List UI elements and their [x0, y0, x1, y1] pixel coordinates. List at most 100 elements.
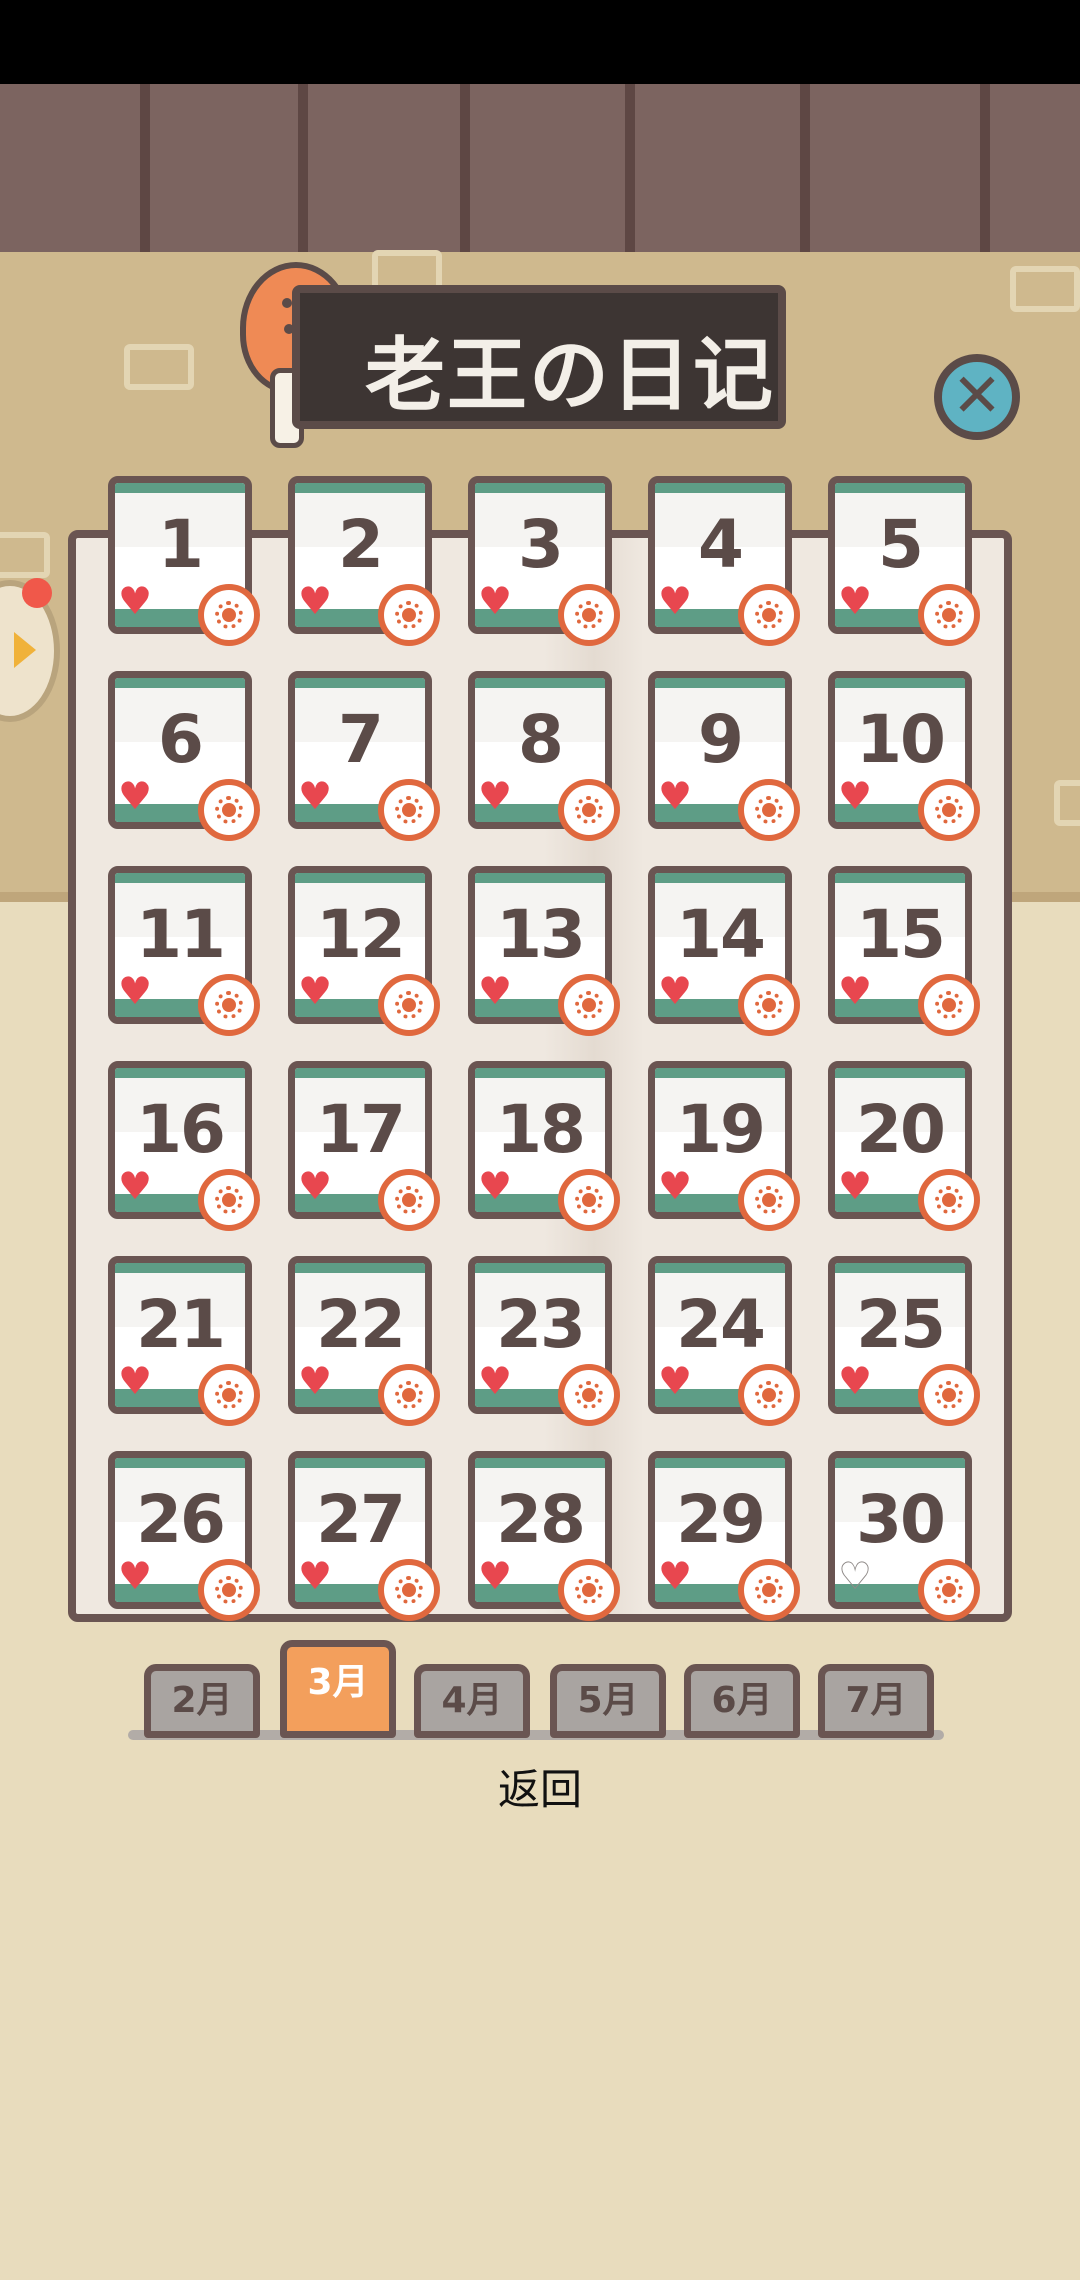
- day-card-4[interactable]: 4 ♥: [648, 476, 800, 646]
- day-card-23[interactable]: 23 ♥: [468, 1256, 620, 1426]
- day-card-27[interactable]: 27 ♥: [288, 1451, 440, 1621]
- heart-icon: ♥: [478, 774, 513, 818]
- day-number: 15: [856, 896, 946, 973]
- day-card-17[interactable]: 17 ♥: [288, 1061, 440, 1231]
- sun-icon: [198, 1364, 260, 1426]
- day-card-28[interactable]: 28 ♥: [468, 1451, 620, 1621]
- sun-icon: [378, 1169, 440, 1231]
- day-card-12[interactable]: 12 ♥: [288, 866, 440, 1036]
- day-card-1[interactable]: 1 ♥: [108, 476, 260, 646]
- tab-month-7[interactable]: 7月: [818, 1664, 934, 1738]
- day-number: 7: [338, 701, 384, 778]
- sun-icon: [918, 974, 980, 1036]
- heart-icon: ♥: [838, 1359, 873, 1403]
- day-card-25[interactable]: 25 ♥: [828, 1256, 980, 1426]
- sun-icon: [918, 779, 980, 841]
- heart-icon: ♥: [118, 579, 153, 623]
- tab-month-2[interactable]: 2月: [144, 1664, 260, 1738]
- day-number: 30: [856, 1481, 946, 1558]
- heart-icon: ♥: [298, 774, 333, 818]
- day-number: 27: [316, 1481, 406, 1558]
- sun-icon: [918, 584, 980, 646]
- day-card-8[interactable]: 8 ♥: [468, 671, 620, 841]
- heart-icon: ♥: [478, 1554, 513, 1598]
- tab-month-6[interactable]: 6月: [684, 1664, 800, 1738]
- day-number: 23: [496, 1286, 586, 1363]
- arrow-right-icon: [14, 632, 36, 668]
- close-icon: ✕: [951, 361, 1003, 431]
- day-card-7[interactable]: 7 ♥: [288, 671, 440, 841]
- day-number: 20: [856, 1091, 946, 1168]
- wall-top: [0, 84, 1080, 260]
- heart-icon: ♥: [298, 1554, 333, 1598]
- day-number: 12: [316, 896, 406, 973]
- heart-icon: ♥: [118, 1164, 153, 1208]
- heart-icon: ♥: [298, 969, 333, 1013]
- day-number: 10: [856, 701, 946, 778]
- heart-icon: ♥: [298, 1164, 333, 1208]
- day-number: 29: [676, 1481, 766, 1558]
- heart-icon: ♥: [658, 1359, 693, 1403]
- sun-icon: [738, 1364, 800, 1426]
- day-card-10[interactable]: 10 ♥: [828, 671, 980, 841]
- sun-icon: [198, 584, 260, 646]
- heart-icon: ♥: [838, 579, 873, 623]
- day-number: 26: [136, 1481, 226, 1558]
- day-card-15[interactable]: 15 ♥: [828, 866, 980, 1036]
- day-card-22[interactable]: 22 ♥: [288, 1256, 440, 1426]
- day-number: 13: [496, 896, 586, 973]
- sun-icon: [918, 1169, 980, 1231]
- back-button[interactable]: 返回: [440, 1756, 640, 1817]
- day-number: 22: [316, 1286, 406, 1363]
- day-card-2[interactable]: 2 ♥: [288, 476, 440, 646]
- day-card-20[interactable]: 20 ♥: [828, 1061, 980, 1231]
- day-card-14[interactable]: 14 ♥: [648, 866, 800, 1036]
- day-card-5[interactable]: 5 ♥: [828, 476, 980, 646]
- day-card-13[interactable]: 13 ♥: [468, 866, 620, 1036]
- title-board: 老王の日记: [292, 285, 786, 429]
- page-title: 老王の日记: [365, 328, 775, 422]
- day-number: 25: [856, 1286, 946, 1363]
- sun-icon: [198, 779, 260, 841]
- day-card-11[interactable]: 11 ♥: [108, 866, 260, 1036]
- day-card-3[interactable]: 3 ♥: [468, 476, 620, 646]
- heart-icon: ♥: [658, 1554, 693, 1598]
- day-card-18[interactable]: 18 ♥: [468, 1061, 620, 1231]
- sun-icon: [198, 1169, 260, 1231]
- heart-icon: ♥: [298, 579, 333, 623]
- heart-icon: ♥: [658, 969, 693, 1013]
- close-button[interactable]: ✕: [934, 354, 1020, 440]
- sun-icon: [738, 779, 800, 841]
- heart-icon: ♥: [838, 1164, 873, 1208]
- day-card-6[interactable]: 6 ♥: [108, 671, 260, 841]
- day-number: 9: [698, 701, 744, 778]
- day-card-9[interactable]: 9 ♥: [648, 671, 800, 841]
- day-number: 8: [518, 701, 564, 778]
- day-number: 24: [676, 1286, 766, 1363]
- sun-icon: [558, 1169, 620, 1231]
- day-card-21[interactable]: 21 ♥: [108, 1256, 260, 1426]
- day-card-24[interactable]: 24 ♥: [648, 1256, 800, 1426]
- day-number: 6: [158, 701, 204, 778]
- day-card-29[interactable]: 29 ♥: [648, 1451, 800, 1621]
- heart-icon: ♥: [118, 1554, 153, 1598]
- heart-icon: ♥: [118, 774, 153, 818]
- day-card-16[interactable]: 16 ♥: [108, 1061, 260, 1231]
- day-number: 28: [496, 1481, 586, 1558]
- sun-icon: [738, 1559, 800, 1621]
- day-card-19[interactable]: 19 ♥: [648, 1061, 800, 1231]
- tab-month-5[interactable]: 5月: [550, 1664, 666, 1738]
- day-number: 21: [136, 1286, 226, 1363]
- sun-icon: [378, 584, 440, 646]
- notification-dot: [22, 578, 52, 608]
- heart-icon: ♥: [478, 1164, 513, 1208]
- sun-icon: [558, 1559, 620, 1621]
- day-card-30[interactable]: 30 ♡: [828, 1451, 980, 1621]
- heart-icon: ♥: [118, 969, 153, 1013]
- day-card-26[interactable]: 26 ♥: [108, 1451, 260, 1621]
- sun-icon: [558, 584, 620, 646]
- tab-month-4[interactable]: 4月: [414, 1664, 530, 1738]
- sun-icon: [738, 974, 800, 1036]
- heart-icon: ♥: [118, 1359, 153, 1403]
- tab-month-3[interactable]: 3月: [280, 1640, 396, 1738]
